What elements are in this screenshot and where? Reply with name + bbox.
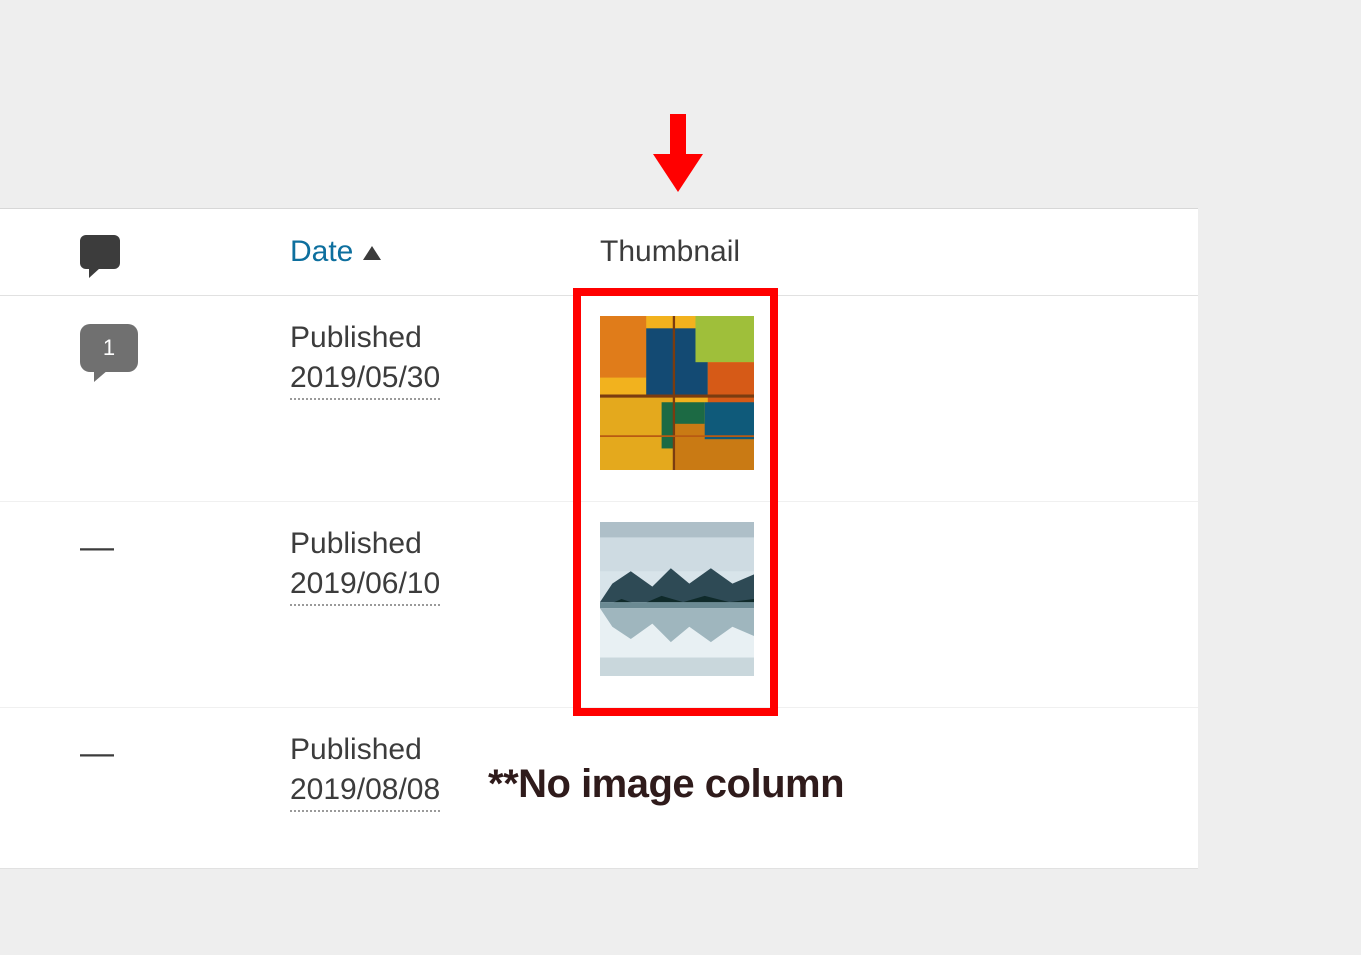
date-column-label: Date xyxy=(290,235,353,269)
annotation-arrow-icon xyxy=(653,114,703,197)
sort-asc-icon xyxy=(363,246,381,260)
table-row: 1 Published 2019/05/30 xyxy=(0,296,1198,502)
post-status: Published xyxy=(290,522,520,566)
table-row: — Published 2019/06/10 xyxy=(0,502,1198,708)
post-date: 2019/06/10 xyxy=(290,566,440,606)
comments-count: 1 xyxy=(103,335,115,361)
annotation-text: **No image column xyxy=(488,762,844,807)
thumbnail-image[interactable] xyxy=(600,522,754,676)
comments-icon xyxy=(80,235,120,269)
column-header-thumbnail: Thumbnail xyxy=(520,209,1198,295)
thumbnail-column-label: Thumbnail xyxy=(600,235,740,269)
post-status: Published xyxy=(290,316,520,360)
post-date: 2019/08/08 xyxy=(290,772,440,812)
post-date: 2019/05/30 xyxy=(290,360,440,400)
thumbnail-image[interactable] xyxy=(600,316,754,470)
column-header-comments[interactable] xyxy=(0,209,210,295)
column-header-date[interactable]: Date xyxy=(210,209,520,295)
table-header-row: Date Thumbnail xyxy=(0,209,1198,296)
comments-empty: — xyxy=(80,736,114,770)
comments-empty: — xyxy=(80,530,114,564)
post-status: Published xyxy=(290,728,520,772)
comments-count-badge[interactable]: 1 xyxy=(80,324,138,372)
